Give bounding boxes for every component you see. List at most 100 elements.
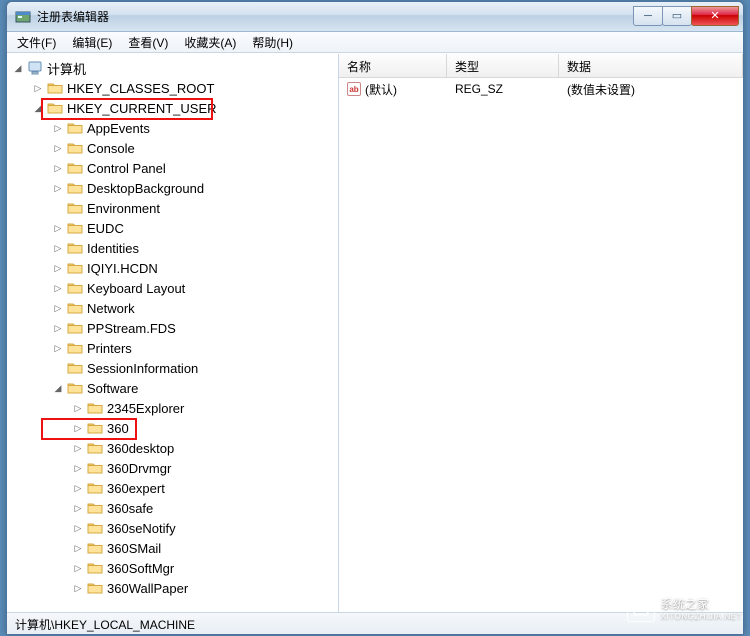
computer-icon: [27, 60, 43, 76]
tree-node[interactable]: ▷Network: [7, 298, 338, 318]
expander-icon[interactable]: ▷: [51, 261, 65, 275]
expander-icon[interactable]: ▷: [51, 341, 65, 355]
tree-label: Keyboard Layout: [87, 281, 185, 296]
folder-icon: [67, 261, 83, 275]
menu-view[interactable]: 查看(V): [122, 32, 174, 53]
list-body[interactable]: ab (默认) REG_SZ (数值未设置): [339, 78, 743, 612]
tree-node[interactable]: ▷ Identities: [7, 238, 338, 258]
value-name: (默认): [365, 81, 397, 98]
tree-node[interactable]: ▷360WallPaper: [7, 578, 338, 598]
tree-node[interactable]: SessionInformation: [7, 358, 338, 378]
tree-label: Printers: [87, 341, 132, 356]
tree-node[interactable]: ▷Console: [7, 138, 338, 158]
tree-node-computer[interactable]: ◢ 计算机: [7, 58, 338, 78]
value-type: REG_SZ: [447, 82, 559, 96]
tree-pane[interactable]: ◢ 计算机▷HKEY_CLASSES_ROOT◢HKEY_CURRENT_USER…: [7, 54, 339, 612]
tree-node[interactable]: ▷EUDC: [7, 218, 338, 238]
tree-label: AppEvents: [87, 121, 150, 136]
expander-icon[interactable]: ▷: [71, 461, 85, 475]
folder-icon: [67, 281, 83, 295]
folder-icon: [67, 121, 83, 135]
tree-node[interactable]: ▷ Keyboard Layout: [7, 278, 338, 298]
expander-icon[interactable]: ▷: [51, 181, 65, 195]
tree-node[interactable]: ▷ Control Panel: [7, 158, 338, 178]
tree-label: IQIYI.HCDN: [87, 261, 158, 276]
expander-icon[interactable]: ▷: [71, 561, 85, 575]
expander-icon[interactable]: ▷: [71, 481, 85, 495]
tree-label: 计算机: [47, 59, 86, 78]
tree-node[interactable]: ▷ 360SMail: [7, 538, 338, 558]
tree-node[interactable]: ▷ 360desktop: [7, 438, 338, 458]
folder-icon: [87, 561, 103, 575]
expander-icon[interactable]: ▷: [71, 581, 85, 595]
expander-icon[interactable]: ▷: [71, 521, 85, 535]
expander-icon[interactable]: ◢: [51, 381, 65, 395]
tree-node[interactable]: ◢ Software: [7, 378, 338, 398]
tree-node[interactable]: ▷ 360safe: [7, 498, 338, 518]
value-row[interactable]: ab (默认) REG_SZ (数值未设置): [339, 80, 743, 98]
expander-icon[interactable]: ▷: [71, 441, 85, 455]
folder-icon: [47, 81, 63, 95]
expander-icon[interactable]: ▷: [71, 501, 85, 515]
col-header-type[interactable]: 类型: [447, 54, 559, 77]
folder-icon: [67, 241, 83, 255]
expander-icon[interactable]: ▷: [71, 401, 85, 415]
tree-node[interactable]: ◢HKEY_CURRENT_USER: [7, 98, 338, 118]
tree-node[interactable]: ▷PPStream.FDS: [7, 318, 338, 338]
tree-label: Identities: [87, 241, 139, 256]
expander-icon[interactable]: ▷: [51, 141, 65, 155]
tree-node[interactable]: ▷ Printers: [7, 338, 338, 358]
folder-icon: [67, 321, 83, 335]
tree-label: Software: [87, 381, 138, 396]
tree-label: Control Panel: [87, 161, 166, 176]
titlebar[interactable]: 注册表编辑器 ​ ─ ▭ ✕: [7, 2, 743, 32]
tree-node[interactable]: ▷ IQIYI.HCDN: [7, 258, 338, 278]
tree-node[interactable]: ▷2345Explorer: [7, 398, 338, 418]
expander-icon[interactable]: ▷: [51, 321, 65, 335]
close-button[interactable]: ✕: [691, 6, 739, 26]
expander-icon[interactable]: ▷: [71, 421, 85, 435]
tree-node[interactable]: ▷HKEY_CLASSES_ROOT: [7, 78, 338, 98]
folder-icon: [87, 461, 103, 475]
watermark-text: 系统之家: [661, 595, 742, 612]
folder-icon: [67, 381, 83, 395]
watermark-url: XITONGZHIJIA.NET: [661, 612, 742, 621]
folder-icon: [87, 441, 103, 455]
folder-icon: [67, 221, 83, 235]
expander-icon[interactable]: ▷: [51, 281, 65, 295]
tree-label: 360safe: [107, 501, 153, 516]
expander-icon[interactable]: ▷: [51, 161, 65, 175]
menu-favorites[interactable]: 收藏夹(A): [178, 32, 242, 53]
tree-node[interactable]: ▷360seNotify: [7, 518, 338, 538]
tree-label: 360Drvmgr: [107, 461, 171, 476]
tree-node[interactable]: Environment: [7, 198, 338, 218]
menu-help[interactable]: 帮助(H): [246, 32, 299, 53]
col-header-name[interactable]: 名称: [339, 54, 447, 77]
menubar: 文件(F) 编辑(E) 查看(V) 收藏夹(A) 帮助(H): [7, 32, 743, 53]
expander-icon[interactable]: ◢: [31, 101, 45, 115]
col-header-data[interactable]: 数据: [559, 54, 743, 77]
tree-node[interactable]: ▷ 360Drvmgr: [7, 458, 338, 478]
tree-node[interactable]: ▷360SoftMgr: [7, 558, 338, 578]
watermark-logo-icon: [627, 594, 655, 622]
expander-icon[interactable]: ▷: [51, 301, 65, 315]
tree-node[interactable]: ▷360: [7, 418, 338, 438]
folder-icon: [67, 161, 83, 175]
maximize-button[interactable]: ▭: [662, 6, 692, 26]
minimize-button[interactable]: ─: [633, 6, 663, 26]
list-header[interactable]: 名称 类型 数据: [339, 54, 743, 78]
expander-icon[interactable]: ◢: [11, 61, 25, 75]
expander-icon[interactable]: ▷: [71, 541, 85, 555]
tree-label: 360desktop: [107, 441, 174, 456]
tree-label: 360SMail: [107, 541, 161, 556]
expander-icon[interactable]: ▷: [51, 221, 65, 235]
menu-edit[interactable]: 编辑(E): [66, 32, 118, 53]
tree-node[interactable]: ▷ AppEvents: [7, 118, 338, 138]
tree-node[interactable]: ▷DesktopBackground: [7, 178, 338, 198]
menu-file[interactable]: 文件(F): [11, 32, 62, 53]
expander-icon[interactable]: ▷: [31, 81, 45, 95]
folder-icon: [67, 141, 83, 155]
expander-icon[interactable]: ▷: [51, 241, 65, 255]
expander-icon[interactable]: ▷: [51, 121, 65, 135]
tree-node[interactable]: ▷360expert: [7, 478, 338, 498]
